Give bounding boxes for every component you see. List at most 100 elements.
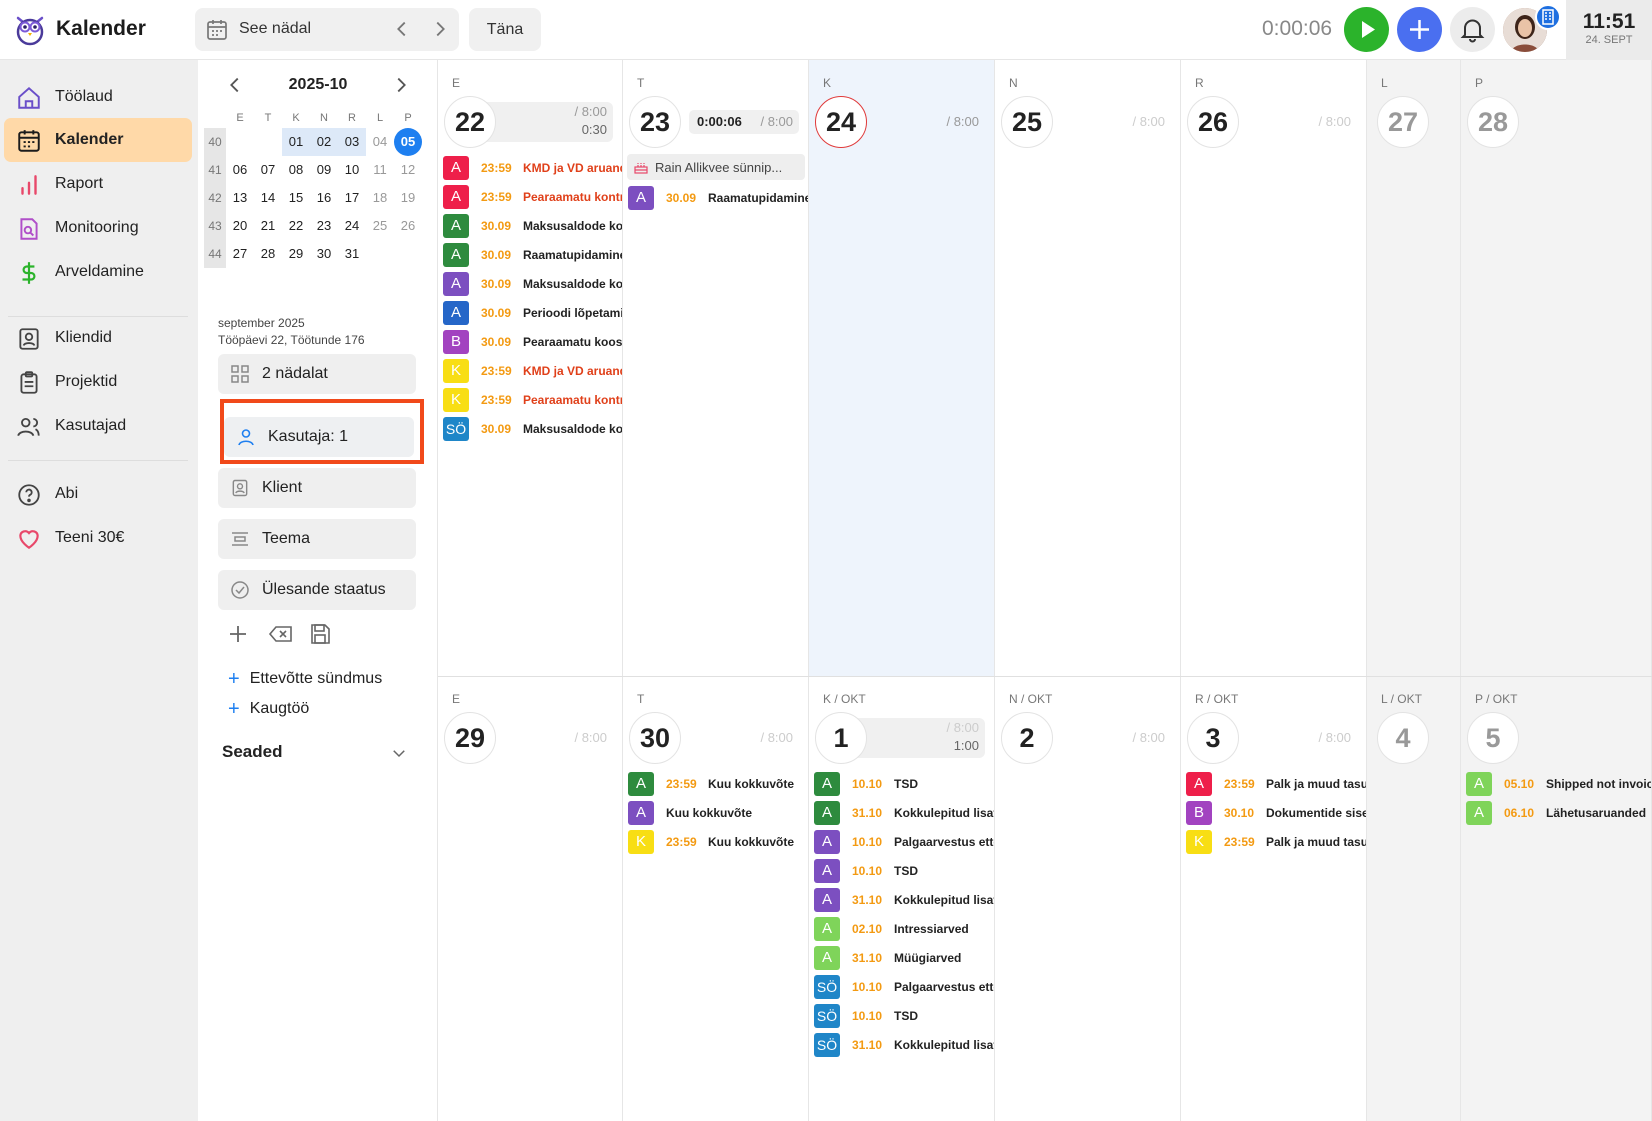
mini-calendar-day[interactable]: 29 (282, 240, 310, 268)
task-event[interactable]: A 31.10 Müügiarved (814, 946, 994, 970)
mini-calendar-day[interactable]: 05 (394, 128, 422, 156)
today-button[interactable]: Täna (469, 8, 541, 51)
task-event[interactable]: A 02.10 Intressiarved (814, 917, 994, 941)
mini-calendar-day[interactable]: 22 (282, 212, 310, 240)
sidebar-item-kalender[interactable]: Kalender (4, 118, 192, 162)
clear-filter-icon[interactable] (268, 622, 294, 646)
sidebar-item-raport[interactable]: Raport (4, 162, 192, 206)
mini-calendar-day[interactable]: 08 (282, 156, 310, 184)
mini-calendar-week-number[interactable]: 43 (204, 212, 226, 240)
birthday-event[interactable]: Rain Allikvee sünnip... (627, 154, 805, 180)
task-event[interactable]: A 10.10 TSD (814, 772, 994, 796)
task-event[interactable]: A 30.09 Raamatupidamine (443, 243, 622, 267)
add-remote-work-link[interactable]: + Kaugtöö (228, 698, 309, 721)
mini-calendar-day[interactable]: 09 (310, 156, 338, 184)
mini-calendar-day[interactable]: 19 (394, 184, 422, 212)
task-event[interactable]: B 30.10 Dokumentide sisestus (1186, 801, 1366, 825)
mini-calendar-day[interactable]: 17 (338, 184, 366, 212)
weeks-filter-button[interactable]: 2 nädalat (218, 354, 416, 394)
add-company-event-link[interactable]: + Ettevõtte sündmus (228, 668, 382, 691)
task-event[interactable]: A 30.09 Maksusaldode kontroll (443, 214, 622, 238)
task-event[interactable]: K 23:59 Pearaamatu kontroll (443, 388, 622, 412)
task-event[interactable]: A 31.10 Kokkulepitud lisatööd (814, 801, 994, 825)
task-status-filter-button[interactable]: Ülesande staatus (218, 570, 416, 610)
day-number[interactable]: 5 (1467, 712, 1519, 764)
mini-calendar-day[interactable]: 10 (338, 156, 366, 184)
mini-calendar-day[interactable]: 02 (310, 128, 338, 156)
mini-calendar-week-number[interactable]: 40 (204, 128, 226, 156)
mini-calendar-day[interactable]: 03 (338, 128, 366, 156)
sidebar-item-arveldamine[interactable]: Arveldamine (4, 250, 192, 294)
day-number[interactable]: 28 (1467, 96, 1519, 148)
mini-calendar-week-number[interactable]: 41 (204, 156, 226, 184)
task-event[interactable]: SÖ 30.09 Maksusaldode kontroll (443, 417, 622, 441)
mini-calendar-day[interactable]: 28 (254, 240, 282, 268)
week-selector[interactable]: See nädal (195, 8, 459, 51)
sidebar-item-abi[interactable]: Abi (4, 472, 192, 516)
mini-calendar-day[interactable]: 13 (226, 184, 254, 212)
add-button[interactable] (1397, 7, 1442, 52)
task-event[interactable]: A 10.10 TSD (814, 859, 994, 883)
theme-filter-button[interactable]: Teema (218, 519, 416, 559)
chevron-down-icon[interactable] (390, 744, 408, 762)
task-event[interactable]: SÖ 31.10 Kokkulepitud lisatööd (814, 1033, 994, 1057)
mini-calendar-day[interactable]: 14 (254, 184, 282, 212)
mini-calendar-day[interactable]: 27 (226, 240, 254, 268)
sidebar-item-toolaud[interactable]: Töölaud (4, 75, 192, 119)
mini-calendar-day[interactable]: 23 (310, 212, 338, 240)
chevron-right-icon[interactable] (390, 74, 412, 96)
sidebar-item-teeni[interactable]: Teeni 30€ (4, 516, 192, 560)
mini-calendar-day[interactable]: 04 (366, 128, 394, 156)
mini-calendar-day[interactable]: 21 (254, 212, 282, 240)
task-event[interactable]: A Kuu kokkuvõte (628, 801, 808, 825)
mini-calendar-day[interactable]: 06 (226, 156, 254, 184)
company-badge[interactable] (1535, 4, 1561, 30)
mini-calendar-day[interactable]: 07 (254, 156, 282, 184)
task-event[interactable]: A 23:59 Kuu kokkuvõte (628, 772, 808, 796)
task-event[interactable]: A 30.09 Perioodi lõpetamine (443, 301, 622, 325)
task-event[interactable]: A 23:59 Pearaamatu kontroll (443, 185, 622, 209)
task-event[interactable]: A 06.10 Lähetusaruanded (1466, 801, 1651, 825)
task-event[interactable]: SÖ 10.10 TSD (814, 1004, 994, 1028)
plus-icon[interactable] (226, 622, 250, 646)
mini-calendar-day[interactable]: 20 (226, 212, 254, 240)
task-event[interactable]: A 23:59 Palk ja muud tasud (1186, 772, 1366, 796)
chevron-right-icon[interactable] (429, 18, 451, 40)
mini-calendar-day[interactable]: 11 (366, 156, 394, 184)
task-event[interactable]: SÖ 10.10 Palgaarvestus ettevõttele (814, 975, 994, 999)
sidebar-item-kasutajad[interactable]: Kasutajad (4, 404, 192, 448)
mini-calendar-day[interactable]: 31 (338, 240, 366, 268)
task-event[interactable]: A 30.09 Maksusaldode kontroll (443, 272, 622, 296)
task-event[interactable]: A 30.09 Raamatupidamine (628, 186, 808, 210)
mini-calendar-day[interactable]: 15 (282, 184, 310, 212)
mini-calendar-day[interactable]: 25 (366, 212, 394, 240)
sidebar-item-projektid[interactable]: Projektid (4, 360, 192, 404)
user-filter-button[interactable]: Kasutaja: 1 (224, 417, 414, 457)
chevron-left-icon[interactable] (391, 18, 413, 40)
start-timer-button[interactable] (1344, 7, 1389, 52)
mini-calendar-week-number[interactable]: 42 (204, 184, 226, 212)
save-icon[interactable] (308, 622, 332, 646)
task-event[interactable]: K 23:59 KMD ja VD aruande (443, 359, 622, 383)
notifications-button[interactable] (1450, 7, 1495, 52)
mini-calendar-week-number[interactable]: 44 (204, 240, 226, 268)
task-event[interactable]: A 31.10 Kokkulepitud lisatööd (814, 888, 994, 912)
day-number[interactable]: 4 (1377, 712, 1429, 764)
mini-calendar-day[interactable]: 24 (338, 212, 366, 240)
task-event[interactable]: K 23:59 Kuu kokkuvõte (628, 830, 808, 854)
task-event[interactable]: A 10.10 Palgaarvestus ettevõttele (814, 830, 994, 854)
task-event[interactable]: A 05.10 Shipped not invoiced (1466, 772, 1651, 796)
sidebar-item-monitooring[interactable]: Monitooring (4, 206, 192, 250)
task-event[interactable]: K 23:59 Palk ja muud tasud (1186, 830, 1366, 854)
task-event[interactable]: A 23:59 KMD ja VD aruande (443, 156, 622, 180)
mini-calendar-day[interactable]: 16 (310, 184, 338, 212)
day-number[interactable]: 27 (1377, 96, 1429, 148)
mini-calendar-day[interactable]: 26 (394, 212, 422, 240)
mini-calendar-day[interactable]: 12 (394, 156, 422, 184)
owl-logo-icon[interactable] (14, 12, 46, 46)
client-filter-button[interactable]: Klient (218, 468, 416, 508)
sidebar-item-kliendid[interactable]: Kliendid (4, 316, 192, 360)
mini-calendar-day[interactable]: 18 (366, 184, 394, 212)
mini-calendar-day[interactable]: 01 (282, 128, 310, 156)
mini-calendar-day[interactable]: 30 (310, 240, 338, 268)
